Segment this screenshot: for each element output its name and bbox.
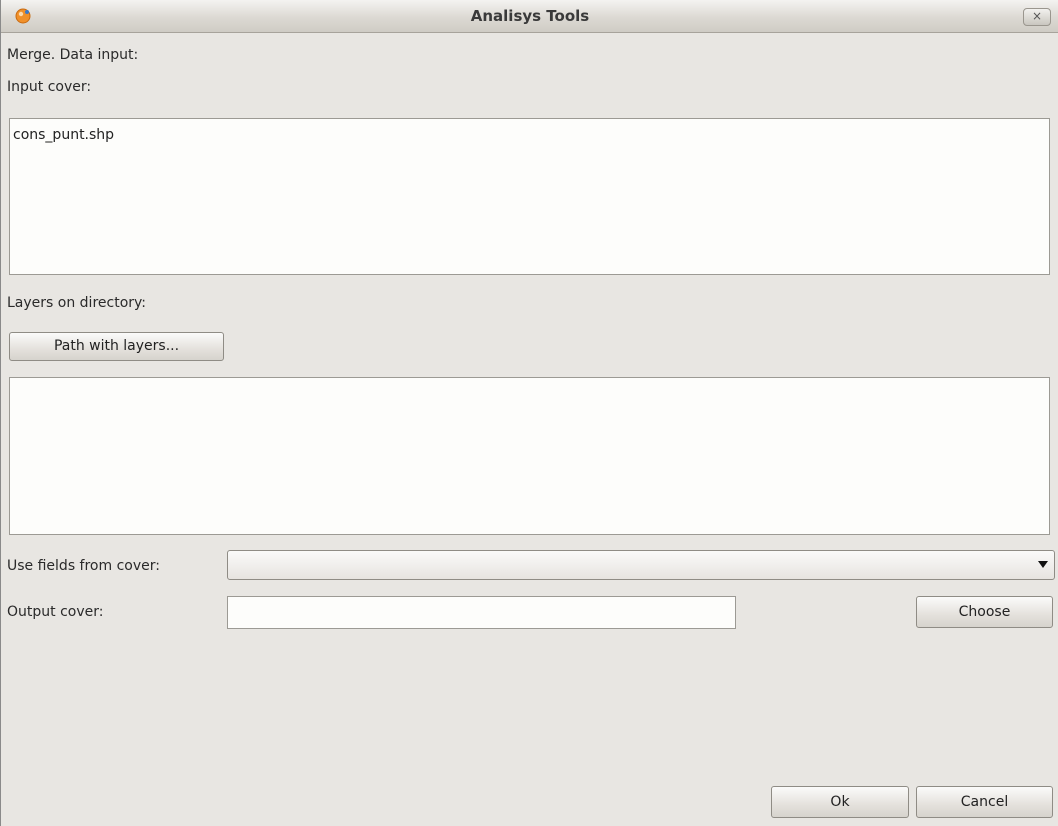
- input-cover-list[interactable]: cons_punt.shp: [9, 118, 1050, 275]
- use-fields-dropdown[interactable]: [227, 550, 1055, 580]
- output-cover-label: Output cover:: [7, 604, 104, 620]
- ok-button[interactable]: Ok: [771, 786, 909, 818]
- chevron-down-icon: [1038, 561, 1048, 568]
- input-cover-label: Input cover:: [7, 79, 92, 95]
- use-fields-label: Use fields from cover:: [7, 558, 160, 574]
- choose-button[interactable]: Choose: [916, 596, 1053, 628]
- cancel-button[interactable]: Cancel: [916, 786, 1053, 818]
- merge-heading: Merge. Data input:: [7, 47, 139, 63]
- output-cover-input[interactable]: [227, 596, 736, 629]
- analysis-tools-dialog: Analisys Tools × Merge. Data input: Inpu…: [0, 0, 1058, 826]
- layers-on-directory-label: Layers on directory:: [7, 295, 146, 311]
- close-icon: ×: [1031, 9, 1043, 23]
- list-item[interactable]: cons_punt.shp: [13, 127, 114, 143]
- layers-directory-list[interactable]: [9, 377, 1050, 535]
- close-button[interactable]: ×: [1023, 8, 1051, 26]
- window-title: Analisys Tools: [470, 7, 590, 25]
- path-with-layers-button[interactable]: Path with layers...: [9, 332, 224, 361]
- title-bar[interactable]: Analisys Tools ×: [1, 0, 1058, 33]
